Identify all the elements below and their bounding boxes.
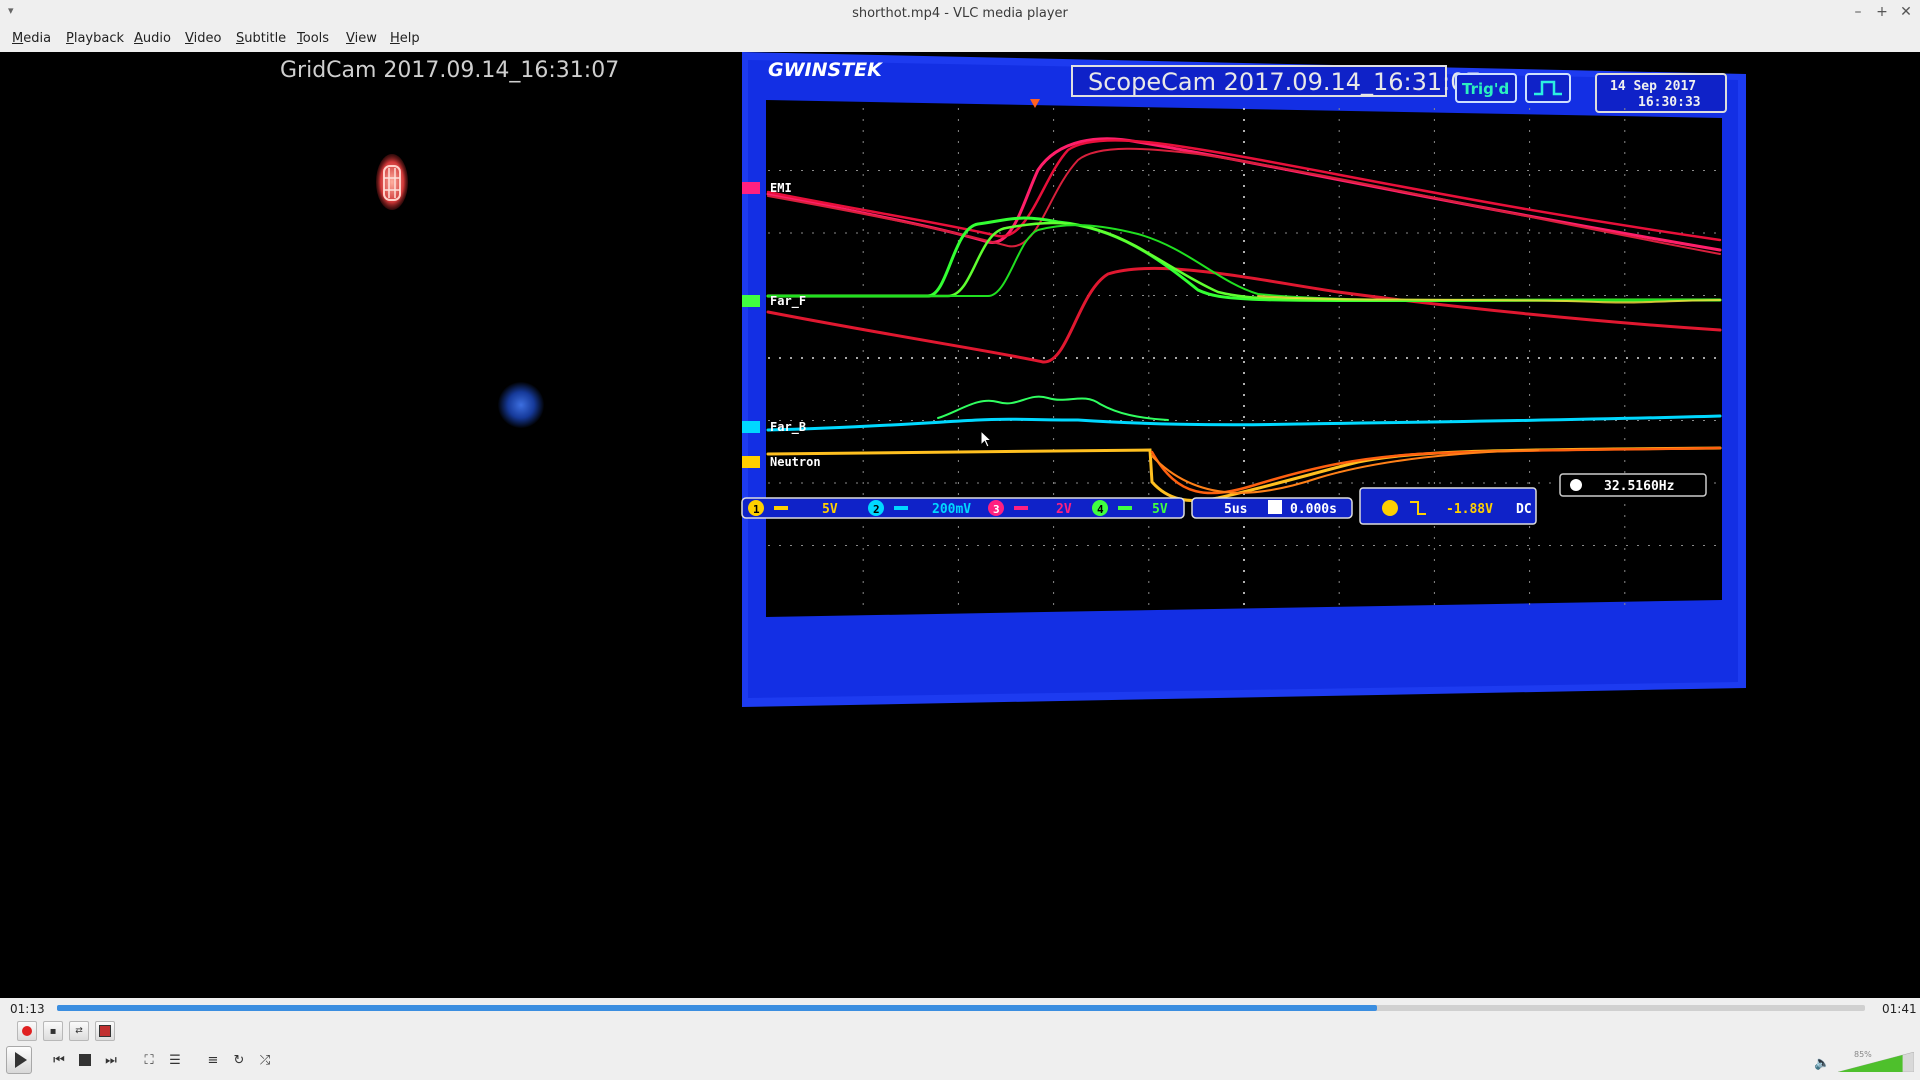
- ch2-scale: 200mV: [932, 502, 971, 517]
- elapsed-time[interactable]: 01:13: [10, 1002, 45, 1016]
- play-icon: [14, 1052, 27, 1068]
- title-bar: ▾ shorthot.mp4 - VLC media player – + ✕: [0, 0, 1920, 28]
- menu-audio[interactable]: Audio: [132, 31, 173, 46]
- menu-subtitle[interactable]: Subtitle: [234, 31, 288, 46]
- timebase: 5us: [1224, 502, 1247, 517]
- ch3-scale: 2V: [1056, 502, 1072, 517]
- scope-time: 16:30:33: [1638, 95, 1701, 110]
- fullscreen-icon: ⛶: [144, 1052, 154, 1068]
- ch3-scale-num: 3: [993, 503, 1000, 516]
- total-time[interactable]: 01:41: [1882, 1002, 1917, 1016]
- close-icon[interactable]: ✕: [1897, 4, 1915, 20]
- ch1-name: Neutron: [770, 455, 821, 469]
- ch1-dc-icon: [774, 506, 788, 510]
- ch2-dc-icon: [894, 506, 908, 510]
- menu-help[interactable]: Help: [388, 31, 422, 46]
- horizontal-position-icon: [1268, 500, 1282, 514]
- ch4-name: Far_F: [770, 294, 806, 309]
- ch3-dc-icon: [1014, 506, 1028, 510]
- frequency-readout: 32.5160Hz: [1604, 479, 1674, 494]
- trig-status: Trig'd: [1462, 80, 1509, 98]
- volume-slider[interactable]: [1838, 1052, 1914, 1072]
- oscilloscope-screen: GWINSTEK ScopeCam 2017.09.14_16:31:07 Tr…: [741, 52, 1746, 707]
- loop-icon: ↻: [233, 1052, 245, 1068]
- shuffle-button[interactable]: ⤮: [254, 1049, 276, 1071]
- ch3-name: EMI: [770, 181, 792, 195]
- menu-tools[interactable]: Tools: [295, 31, 331, 46]
- trigger-source-icon: [1382, 500, 1398, 516]
- minimize-icon[interactable]: –: [1849, 4, 1867, 20]
- record-icon: [22, 1026, 32, 1036]
- menu-media[interactable]: Media: [10, 31, 53, 46]
- mouse-cursor-icon: [980, 430, 993, 448]
- playlist-icon: ≡: [207, 1052, 219, 1068]
- scope-overlay-label: ScopeCam 2017.09.14_16:31:07: [1088, 68, 1481, 96]
- playlist-button[interactable]: ≡: [202, 1049, 224, 1071]
- snapshot-button[interactable]: ▪: [43, 1021, 63, 1041]
- fullscreen-button[interactable]: ⛶: [138, 1049, 160, 1071]
- player-controls: 01:13 01:41 ▪ ⇄ ⏮ ⏭ ⛶ ☰ ≡ ↻ ⤮ 🔈 85%: [0, 998, 1920, 1080]
- trigger-level: -1.88V: [1446, 502, 1493, 517]
- ch4-dc-icon: [1118, 506, 1132, 510]
- shuffle-icon: ⤮: [259, 1052, 271, 1068]
- video-area[interactable]: GridCam 2017.09.14_16:31:07 GWINSTEK Sco…: [0, 52, 1920, 998]
- seek-bar-progress: [57, 1005, 1377, 1011]
- menu-video[interactable]: Video: [183, 31, 223, 46]
- ch1-scale: 5V: [822, 502, 838, 517]
- next-icon: ⏭: [105, 1052, 117, 1068]
- blue-spark-image: [498, 382, 544, 428]
- speaker-icon[interactable]: 🔈: [1814, 1056, 1830, 1071]
- ch4-scale: 5V: [1152, 502, 1168, 517]
- frame-step-icon: [99, 1025, 111, 1037]
- scope-brand: GWINSTEK: [768, 59, 883, 81]
- next-button[interactable]: ⏭: [100, 1049, 122, 1071]
- ch1-scale-num: 1: [753, 503, 760, 516]
- menu-view[interactable]: View: [344, 31, 379, 46]
- equalizer-icon: ☰: [169, 1052, 181, 1068]
- ch2-scale-num: 2: [873, 503, 880, 516]
- scope-plot-area: [766, 100, 1722, 617]
- previous-icon: ⏮: [53, 1052, 65, 1068]
- trigger-coupling: DC: [1516, 502, 1532, 517]
- window-title: shorthot.mp4 - VLC media player: [852, 6, 1068, 21]
- camera-icon: ▪: [49, 1025, 57, 1037]
- maximize-icon[interactable]: +: [1873, 4, 1891, 20]
- scope-date: 14 Sep 2017: [1610, 79, 1696, 94]
- stop-button[interactable]: [74, 1049, 96, 1071]
- gridcam-timestamp: GridCam 2017.09.14_16:31:07: [280, 58, 620, 83]
- loop-ab-icon: ⇄: [75, 1026, 83, 1036]
- extended-settings-button[interactable]: ☰: [164, 1049, 186, 1071]
- previous-button[interactable]: ⏮: [48, 1049, 70, 1071]
- ch1-marker: [742, 456, 760, 468]
- ch3-marker: [742, 182, 760, 194]
- loop-ab-button[interactable]: ⇄: [69, 1021, 89, 1041]
- loop-button[interactable]: ↻: [228, 1049, 250, 1071]
- frequency-icon: [1570, 479, 1582, 491]
- play-button[interactable]: [6, 1046, 32, 1074]
- trigger-edge-box: [1525, 73, 1571, 103]
- ch2-marker: [742, 421, 760, 433]
- lamp-glow-image: [376, 154, 408, 210]
- horizontal-position: 0.000s: [1290, 502, 1337, 517]
- stop-icon: [79, 1054, 91, 1066]
- record-button[interactable]: [17, 1021, 37, 1041]
- ch4-scale-num: 4: [1097, 503, 1104, 516]
- menu-playback[interactable]: Playback: [64, 31, 126, 46]
- ch2-name: Far_B: [770, 420, 806, 435]
- seek-bar[interactable]: [57, 1005, 1865, 1011]
- ch4-marker: [742, 295, 760, 307]
- menu-bar: Media Playback Audio Video Subtitle Tool…: [0, 28, 1920, 52]
- frame-step-button[interactable]: [95, 1021, 115, 1041]
